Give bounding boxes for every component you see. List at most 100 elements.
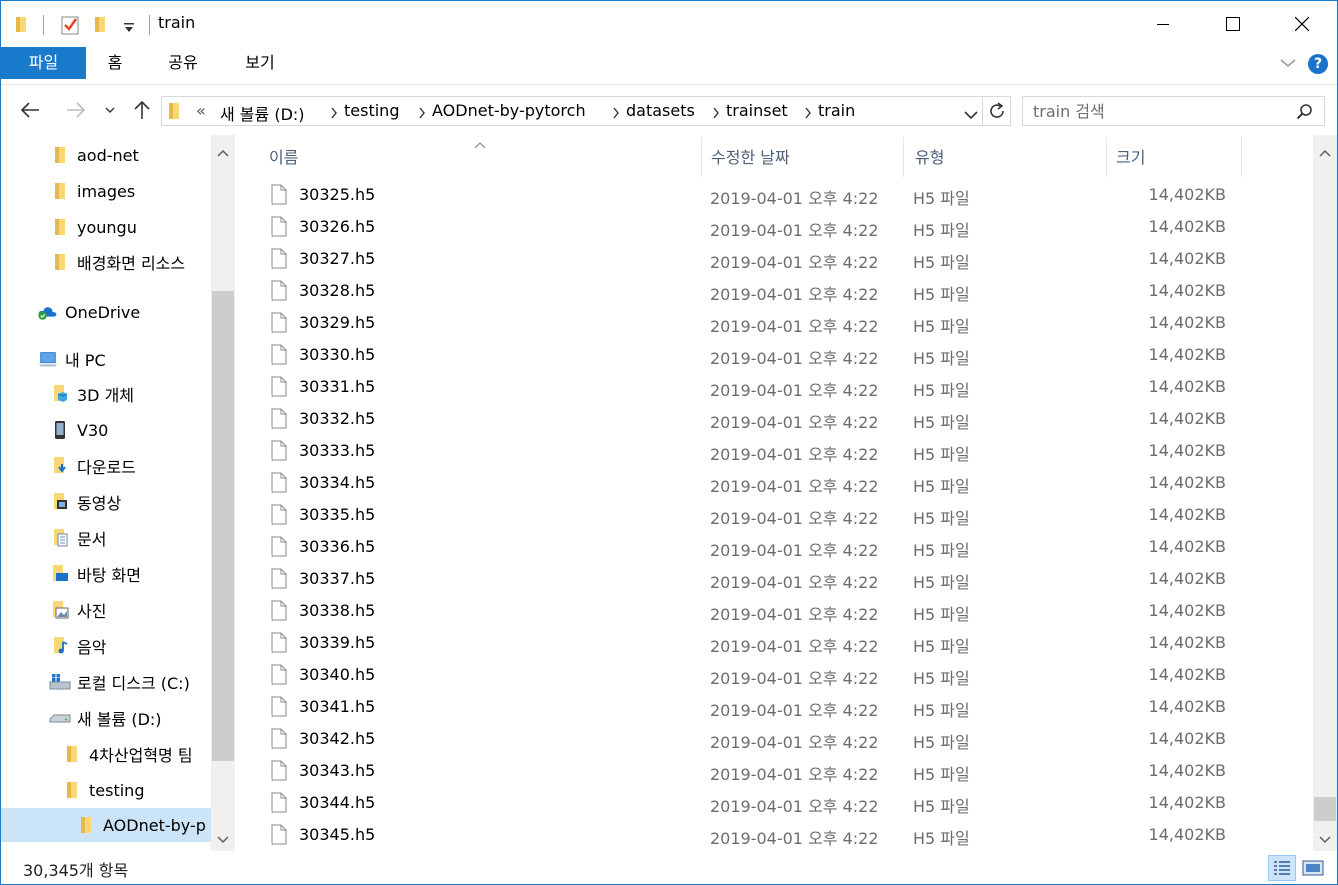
column-divider[interactable] (701, 137, 702, 177)
address-overflow[interactable]: « (196, 101, 206, 120)
file-name[interactable]: 30333.h5 (299, 441, 375, 460)
table-row[interactable]: 30329.h5 2019-04-01 오후 4:22 H5 파일 14,402KB (267, 307, 1242, 339)
expand-ribbon-icon[interactable] (1279, 55, 1297, 73)
file-name[interactable]: 30326.h5 (299, 217, 375, 236)
close-button[interactable] (1267, 1, 1337, 47)
address-segment-testing[interactable]: testing (344, 101, 399, 120)
new-folder-icon[interactable] (94, 15, 110, 37)
address-segment-aodnet[interactable]: AODnet-by-pytorch (432, 101, 586, 120)
sidebar-item-4th-industry[interactable]: 4차산업혁명 팀 (61, 737, 193, 771)
address-dropdown-icon[interactable] (964, 106, 978, 124)
chevron-right-icon[interactable] (330, 105, 338, 123)
properties-icon[interactable] (60, 15, 80, 39)
search-box[interactable] (1022, 96, 1325, 126)
table-row[interactable]: 30345.h5 2019-04-01 오후 4:22 H5 파일 14,402KB (267, 819, 1242, 851)
recent-locations-button[interactable] (101, 97, 119, 123)
address-segment-datasets[interactable]: datasets (626, 101, 695, 120)
table-row[interactable]: 30337.h5 2019-04-01 오후 4:22 H5 파일 14,402KB (267, 563, 1242, 595)
table-row[interactable]: 30326.h5 2019-04-01 오후 4:22 H5 파일 14,402KB (267, 211, 1242, 243)
customize-toolbar-icon[interactable] (123, 19, 135, 37)
sidebar-item-local-disk-c[interactable]: 로컬 디스크 (C:) (49, 665, 190, 699)
sidebar-item-volume-d[interactable]: 새 볼륨 (D:) (49, 701, 162, 735)
column-header-date[interactable]: 수정한 날짜 (711, 135, 790, 177)
file-name[interactable]: 30341.h5 (299, 697, 375, 716)
scroll-down-icon[interactable] (1318, 831, 1332, 849)
table-row[interactable]: 30328.h5 2019-04-01 오후 4:22 H5 파일 14,402KB (267, 275, 1242, 307)
file-name[interactable]: 30337.h5 (299, 569, 375, 588)
column-divider[interactable] (903, 137, 904, 177)
column-header-name[interactable]: 이름 (269, 135, 298, 177)
file-name[interactable]: 30336.h5 (299, 537, 375, 556)
table-row[interactable]: 30340.h5 2019-04-01 오후 4:22 H5 파일 14,402KB (267, 659, 1242, 691)
table-row[interactable]: 30343.h5 2019-04-01 오후 4:22 H5 파일 14,402KB (267, 755, 1242, 787)
scroll-down-icon[interactable] (216, 831, 230, 849)
sidebar-item-downloads[interactable]: 다운로드 (49, 449, 136, 483)
file-name[interactable]: 30334.h5 (299, 473, 375, 492)
file-name[interactable]: 30328.h5 (299, 281, 375, 300)
sidebar-item-desktop[interactable]: 바탕 화면 (49, 557, 141, 591)
file-name[interactable]: 30325.h5 (299, 185, 375, 204)
file-name[interactable]: 30340.h5 (299, 665, 375, 684)
column-header-type[interactable]: 유형 (915, 135, 944, 177)
tab-file[interactable]: 파일 (1, 47, 86, 79)
address-segment-drive[interactable]: 새 볼륨 (D:) (220, 101, 305, 125)
search-icon[interactable] (1296, 103, 1314, 125)
chevron-right-icon[interactable] (612, 105, 620, 123)
maximize-button[interactable] (1198, 1, 1268, 47)
sidebar-item-aod-net[interactable]: aod-net (49, 138, 139, 172)
sidebar-item-testing[interactable]: testing (61, 773, 144, 807)
details-view-button[interactable] (1268, 855, 1296, 881)
table-row[interactable]: 30334.h5 2019-04-01 오후 4:22 H5 파일 14,402KB (267, 467, 1242, 499)
scroll-up-icon[interactable] (216, 144, 230, 162)
table-row[interactable]: 30331.h5 2019-04-01 오후 4:22 H5 파일 14,402KB (267, 371, 1242, 403)
table-row[interactable]: 30341.h5 2019-04-01 오후 4:22 H5 파일 14,402KB (267, 691, 1242, 723)
tab-home[interactable]: 홈 (93, 47, 137, 79)
table-row[interactable]: 30344.h5 2019-04-01 오후 4:22 H5 파일 14,402KB (267, 787, 1242, 819)
file-list-scrollbar[interactable] (1313, 135, 1337, 851)
back-button[interactable] (15, 97, 45, 123)
file-name[interactable]: 30342.h5 (299, 729, 375, 748)
refresh-icon[interactable] (988, 102, 1006, 124)
sidebar-item-music[interactable]: 음악 (49, 629, 106, 663)
column-divider[interactable] (1241, 137, 1242, 177)
file-name[interactable]: 30327.h5 (299, 249, 375, 268)
file-name[interactable]: 30344.h5 (299, 793, 375, 812)
table-row[interactable]: 30330.h5 2019-04-01 오후 4:22 H5 파일 14,402KB (267, 339, 1242, 371)
file-name[interactable]: 30335.h5 (299, 505, 375, 524)
tab-share[interactable]: 공유 (157, 47, 209, 79)
file-name[interactable]: 30339.h5 (299, 633, 375, 652)
minimize-button[interactable] (1128, 1, 1198, 47)
chevron-right-icon[interactable] (712, 105, 720, 123)
forward-button[interactable] (61, 97, 91, 123)
sidebar-item-wallpaper-resources[interactable]: 배경화면 리소스 (49, 245, 185, 279)
sidebar-item-this-pc[interactable]: 내 PC (37, 342, 106, 376)
table-row[interactable]: 30333.h5 2019-04-01 오후 4:22 H5 파일 14,402KB (267, 435, 1242, 467)
column-header-size[interactable]: 크기 (1116, 135, 1145, 177)
file-name[interactable]: 30338.h5 (299, 601, 375, 620)
table-row[interactable]: 30332.h5 2019-04-01 오후 4:22 H5 파일 14,402KB (267, 403, 1242, 435)
file-name[interactable]: 30343.h5 (299, 761, 375, 780)
address-bar[interactable]: « 새 볼륨 (D:) testing AODnet-by-pytorch da… (161, 96, 1011, 126)
sidebar-item-documents[interactable]: 문서 (49, 521, 106, 555)
sidebar-item-v30[interactable]: V30 (49, 413, 108, 447)
tab-view[interactable]: 보기 (234, 47, 286, 79)
sidebar-item-pictures[interactable]: 사진 (49, 593, 106, 627)
up-button[interactable] (129, 97, 155, 123)
table-row[interactable]: 30325.h5 2019-04-01 오후 4:22 H5 파일 14,402KB (267, 179, 1242, 211)
large-icons-view-button[interactable] (1299, 855, 1327, 881)
sidebar-item-images[interactable]: images (49, 174, 135, 208)
sidebar-item-videos[interactable]: 동영상 (49, 485, 121, 519)
help-button[interactable]: ? (1308, 54, 1328, 74)
address-segment-trainset[interactable]: trainset (726, 101, 788, 120)
scroll-up-icon[interactable] (1318, 144, 1332, 162)
sidebar-scrollbar-thumb[interactable] (212, 291, 234, 761)
file-list-scrollbar-thumb[interactable] (1314, 797, 1336, 821)
sidebar-item-onedrive[interactable]: OneDrive (37, 295, 140, 329)
chevron-right-icon[interactable] (804, 105, 812, 123)
chevron-right-icon[interactable] (418, 105, 426, 123)
table-row[interactable]: 30339.h5 2019-04-01 오후 4:22 H5 파일 14,402KB (267, 627, 1242, 659)
sidebar-item-youngu[interactable]: youngu (49, 210, 137, 244)
table-row[interactable]: 30342.h5 2019-04-01 오후 4:22 H5 파일 14,402KB (267, 723, 1242, 755)
file-name[interactable]: 30332.h5 (299, 409, 375, 428)
column-divider[interactable] (1106, 137, 1107, 177)
